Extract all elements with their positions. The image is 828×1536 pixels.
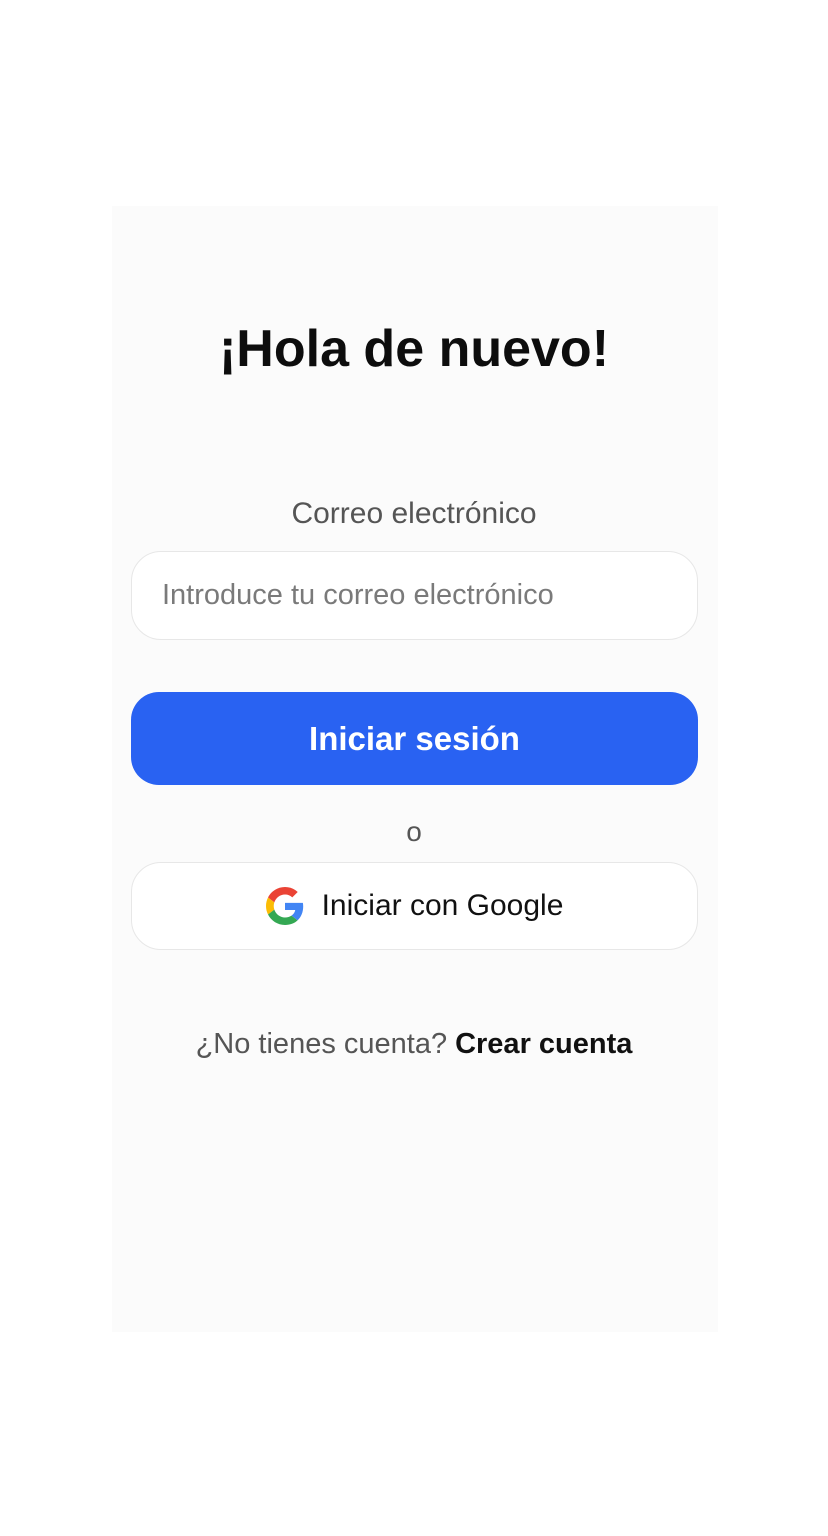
create-account-link[interactable]: Crear cuenta: [455, 1028, 632, 1060]
google-button-label: Iniciar con Google: [321, 889, 564, 922]
signup-row: ¿No tienes cuenta? Crear cuenta: [0, 1024, 828, 1064]
email-label: Correo electrónico: [291, 497, 537, 530]
login-screen: ¡Hola de nuevo! Correo electrónico Inici…: [0, 0, 828, 1536]
signup-prompt: ¿No tienes cuenta?: [195, 1028, 448, 1060]
email-field[interactable]: [131, 551, 698, 640]
google-sign-in-button[interactable]: Iniciar con Google: [131, 862, 698, 950]
or-divider: o: [406, 816, 422, 847]
page-title: ¡Hola de nuevo!: [218, 320, 610, 378]
google-icon: [265, 887, 304, 925]
sign-in-button[interactable]: Iniciar sesión: [131, 692, 698, 785]
